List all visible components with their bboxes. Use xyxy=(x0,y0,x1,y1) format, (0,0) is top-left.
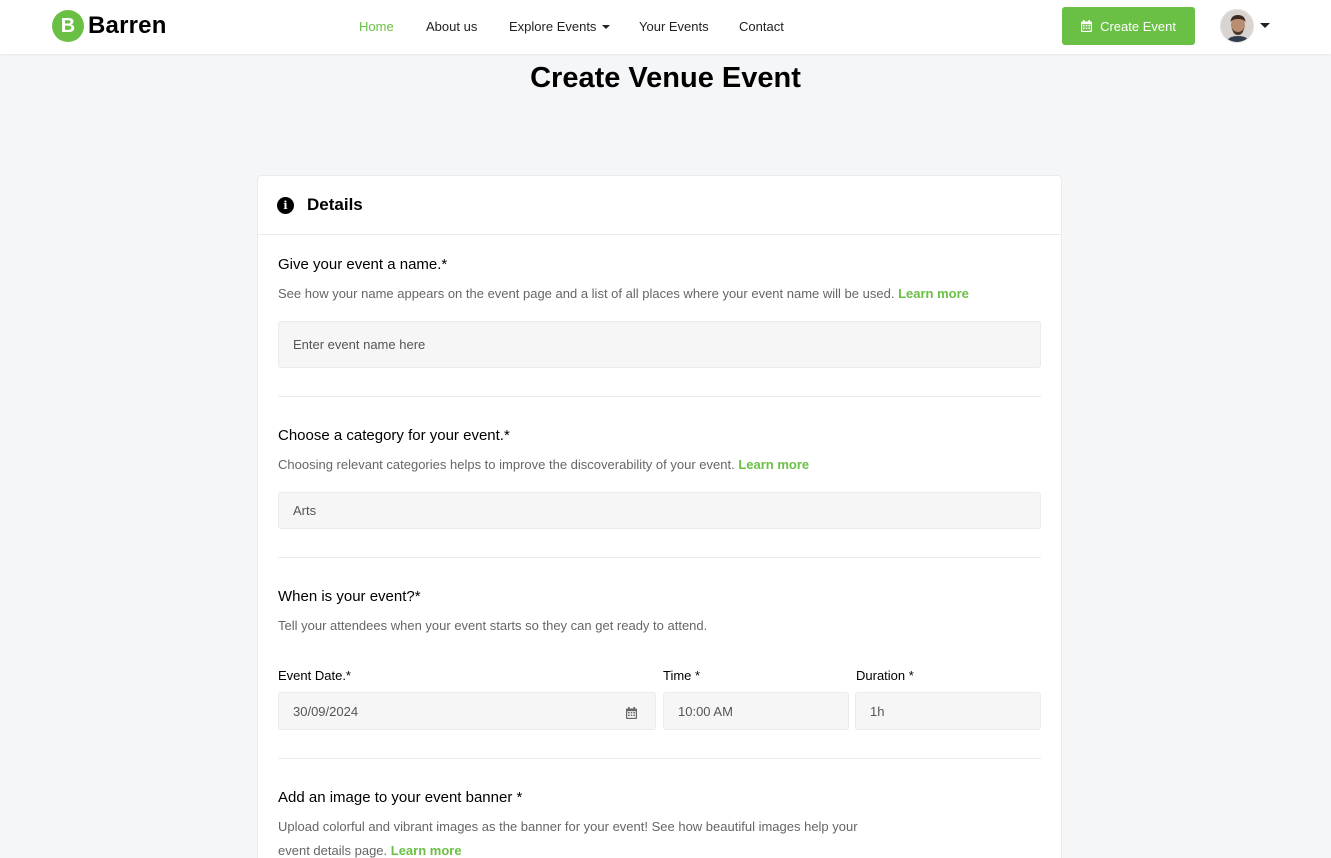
avatar-image xyxy=(1221,10,1253,42)
event-name-input[interactable]: Enter event name here xyxy=(278,321,1041,368)
event-date-label: Event Date.* xyxy=(278,668,351,683)
when-title: When is your event?* xyxy=(278,588,421,605)
divider xyxy=(278,396,1041,397)
event-name-desc: See how your name appears on the event p… xyxy=(278,282,969,306)
banner-desc-line2: event details page. xyxy=(278,843,388,858)
divider xyxy=(278,758,1041,759)
nav-your-events[interactable]: Your Events xyxy=(639,19,709,34)
logo-text: Barren xyxy=(88,12,167,39)
details-card: i Details Give your event a name.* See h… xyxy=(257,175,1062,858)
time-value: 10:00 AM xyxy=(678,703,733,719)
banner-desc-line1: Upload colorful and vibrant images as th… xyxy=(278,819,858,834)
nav-contact[interactable]: Contact xyxy=(739,19,784,34)
event-date-value: 30/09/2024 xyxy=(293,703,359,719)
nav-home[interactable]: Home xyxy=(359,19,394,34)
calendar-icon xyxy=(1081,20,1093,32)
event-name-title: Give your event a name.* xyxy=(278,256,448,273)
page-title: Create Venue Event xyxy=(530,62,801,94)
avatar-dropdown-caret-icon[interactable] xyxy=(1260,23,1270,28)
divider xyxy=(278,557,1041,558)
nav-explore-events[interactable]: Explore Events xyxy=(509,19,611,34)
event-date-input[interactable]: 30/09/2024 xyxy=(278,692,656,730)
card-header: i Details xyxy=(258,176,1061,235)
brand-logo[interactable]: B Barren xyxy=(52,10,167,42)
category-title: Choose a category for your event.* xyxy=(278,427,510,444)
chevron-down-icon xyxy=(602,24,611,29)
create-event-button[interactable]: Create Event xyxy=(1062,7,1195,45)
info-icon: i xyxy=(277,196,294,214)
create-event-label: Create Event xyxy=(1100,18,1176,34)
calendar-icon[interactable] xyxy=(626,707,637,719)
card-title: Details xyxy=(307,195,363,214)
duration-select[interactable]: 1h xyxy=(855,692,1041,730)
user-avatar[interactable] xyxy=(1220,9,1254,43)
learn-more-link[interactable]: Learn more xyxy=(738,457,809,472)
banner-title: Add an image to your event banner * xyxy=(278,789,523,806)
logo-badge-icon: B xyxy=(52,10,84,42)
category-select[interactable]: Arts xyxy=(278,492,1041,529)
event-name-desc-text: See how your name appears on the event p… xyxy=(278,286,895,301)
top-navbar: B Barren Home About us Explore Events Yo… xyxy=(0,0,1331,54)
category-desc-text: Choosing relevant categories helps to im… xyxy=(278,457,735,472)
time-label: Time * xyxy=(663,668,701,683)
duration-label: Duration * xyxy=(856,668,914,683)
time-select[interactable]: 10:00 AM xyxy=(663,692,849,730)
when-desc: Tell your attendees when your event star… xyxy=(278,618,708,633)
category-selected-value: Arts xyxy=(293,503,317,518)
learn-more-link[interactable]: Learn more xyxy=(391,843,462,858)
category-desc: Choosing relevant categories helps to im… xyxy=(278,453,809,477)
nav-explore-events-label: Explore Events xyxy=(509,19,597,34)
learn-more-link[interactable]: Learn more xyxy=(898,286,969,301)
duration-value: 1h xyxy=(870,703,885,719)
nav-about-us[interactable]: About us xyxy=(426,19,477,34)
banner-desc: Upload colorful and vibrant images as th… xyxy=(278,815,898,858)
event-name-placeholder: Enter event name here xyxy=(293,337,426,352)
